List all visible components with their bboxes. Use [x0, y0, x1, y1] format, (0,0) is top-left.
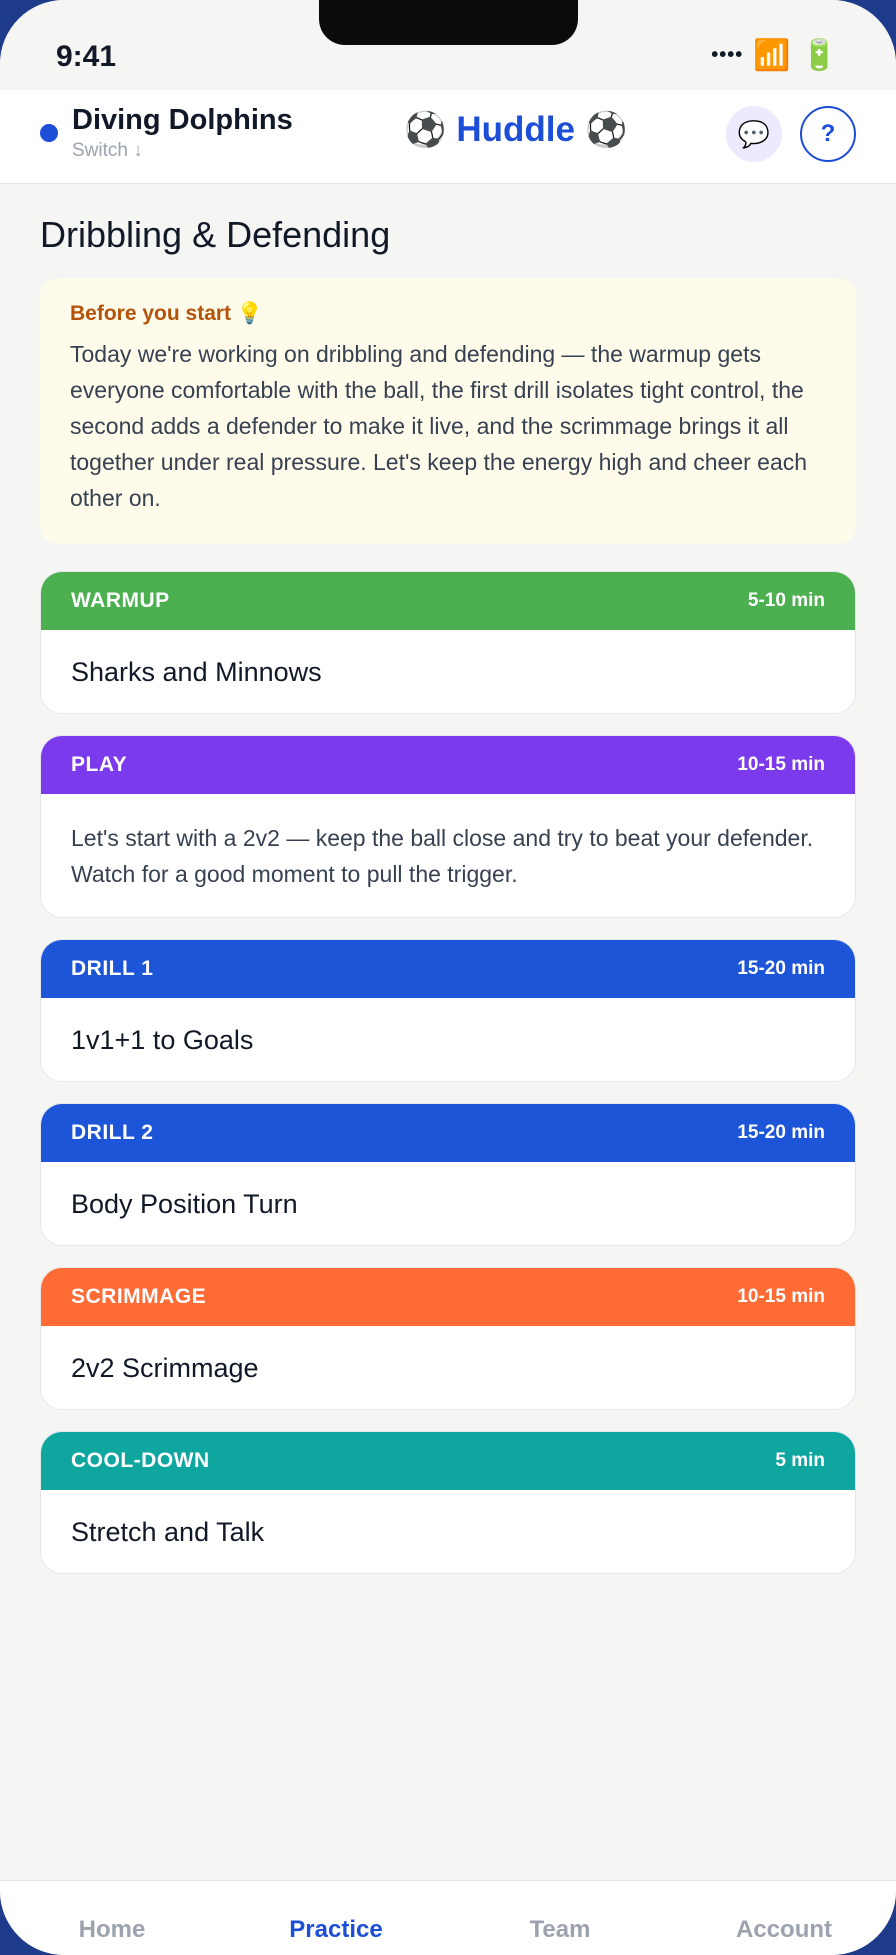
soccer-ball-icon: ⚽ — [584, 111, 628, 149]
block-title: Body Position Turn — [71, 1188, 298, 1219]
practice-block-drill-1[interactable]: DRILL 1 15-20 min 1v1+1 to Goals — [40, 939, 856, 1082]
block-label: DRILL 1 — [71, 957, 154, 980]
block-body: Let's start with a 2v2 — keep the ball c… — [41, 794, 855, 917]
device-notch — [319, 0, 578, 45]
soccer-ball-icon: ⚽ — [404, 111, 447, 149]
block-title: 1v1+1 to Goals — [71, 1024, 254, 1055]
tab-team[interactable]: Team — [448, 1916, 672, 1944]
bottom-tab-bar: Home Practice Team Account — [0, 1880, 896, 1955]
practice-block-scrimmage[interactable]: SCRIMMAGE 10-15 min 2v2 Scrimmage — [40, 1267, 856, 1410]
practice-block-play[interactable]: PLAY 10-15 min Let's start with a 2v2 — … — [40, 735, 856, 918]
block-label: SCRIMMAGE — [71, 1285, 207, 1308]
practice-block-warmup[interactable]: WARMUP 5-10 min Sharks and Minnows — [40, 571, 856, 714]
team-color-dot — [40, 124, 58, 142]
wifi-icon: 📶 — [753, 39, 791, 72]
block-label: COOL-DOWN — [71, 1449, 210, 1472]
block-duration: 10-15 min — [737, 1286, 825, 1307]
app-header: Diving Dolphins Switch ↓ ⚽ Huddle ⚽ 💬 ? — [0, 90, 896, 184]
help-icon: ? — [820, 120, 836, 147]
brand-name: Huddle — [456, 110, 575, 149]
page-title: Dribbling & Defending — [40, 214, 391, 255]
tab-home[interactable]: Home — [0, 1916, 224, 1944]
team-switch-link[interactable]: Switch ↓ — [72, 140, 143, 162]
chat-bubble-icon: 💬 — [737, 118, 771, 149]
block-header: WARMUP 5-10 min — [41, 572, 855, 630]
status-time: 9:41 — [56, 40, 117, 73]
block-body: 2v2 Scrimmage — [41, 1326, 855, 1409]
phone-screen: 9:41 •••• 📶 🔋 Diving Dolphins Switch ↓ ⚽… — [0, 0, 896, 1955]
chat-button[interactable]: 💬 — [726, 106, 782, 162]
intro-title: Before you start 💡 — [70, 302, 264, 325]
block-body: Body Position Turn — [41, 1162, 855, 1245]
block-header: PLAY 10-15 min — [41, 736, 855, 794]
block-label: DRILL 2 — [71, 1121, 154, 1144]
team-name[interactable]: Diving Dolphins — [72, 104, 293, 137]
practice-block-cool-down[interactable]: COOL-DOWN 5 min Stretch and Talk — [40, 1431, 856, 1574]
tab-account[interactable]: Account — [672, 1916, 896, 1944]
block-duration: 5-10 min — [747, 590, 825, 611]
block-header: COOL-DOWN 5 min — [41, 1432, 855, 1490]
block-body: Stretch and Talk — [41, 1490, 855, 1573]
practice-block-drill-2[interactable]: DRILL 2 15-20 min Body Position Turn — [40, 1103, 856, 1246]
block-body: 1v1+1 to Goals — [41, 998, 855, 1081]
block-title: Sharks and Minnows — [71, 656, 322, 687]
battery-icon: 🔋 — [800, 39, 838, 72]
status-icons: •••• 📶 🔋 — [711, 38, 838, 73]
block-duration: 15-20 min — [737, 958, 825, 979]
block-duration: 10-15 min — [737, 754, 825, 775]
block-duration: 5 min — [775, 1450, 825, 1471]
block-label: PLAY — [71, 753, 128, 776]
block-title: Stretch and Talk — [71, 1516, 265, 1547]
tab-practice[interactable]: Practice — [224, 1916, 448, 1944]
block-description: Let's start with a 2v2 — keep the ball c… — [71, 825, 814, 887]
signal-icon: •••• — [711, 44, 744, 66]
intro-body: Today we're working on dribbling and def… — [70, 341, 808, 511]
block-duration: 15-20 min — [737, 1122, 825, 1143]
intro-card: Before you start 💡 Today we're working o… — [40, 278, 856, 544]
block-title: 2v2 Scrimmage — [71, 1352, 259, 1383]
brand-logo: ⚽ Huddle ⚽ — [404, 110, 627, 150]
block-header: DRILL 2 15-20 min — [41, 1104, 855, 1162]
block-header: DRILL 1 15-20 min — [41, 940, 855, 998]
block-label: WARMUP — [71, 589, 170, 612]
block-header: SCRIMMAGE 10-15 min — [41, 1268, 855, 1326]
block-body: Sharks and Minnows — [41, 630, 855, 713]
help-button[interactable]: ? — [800, 106, 856, 162]
